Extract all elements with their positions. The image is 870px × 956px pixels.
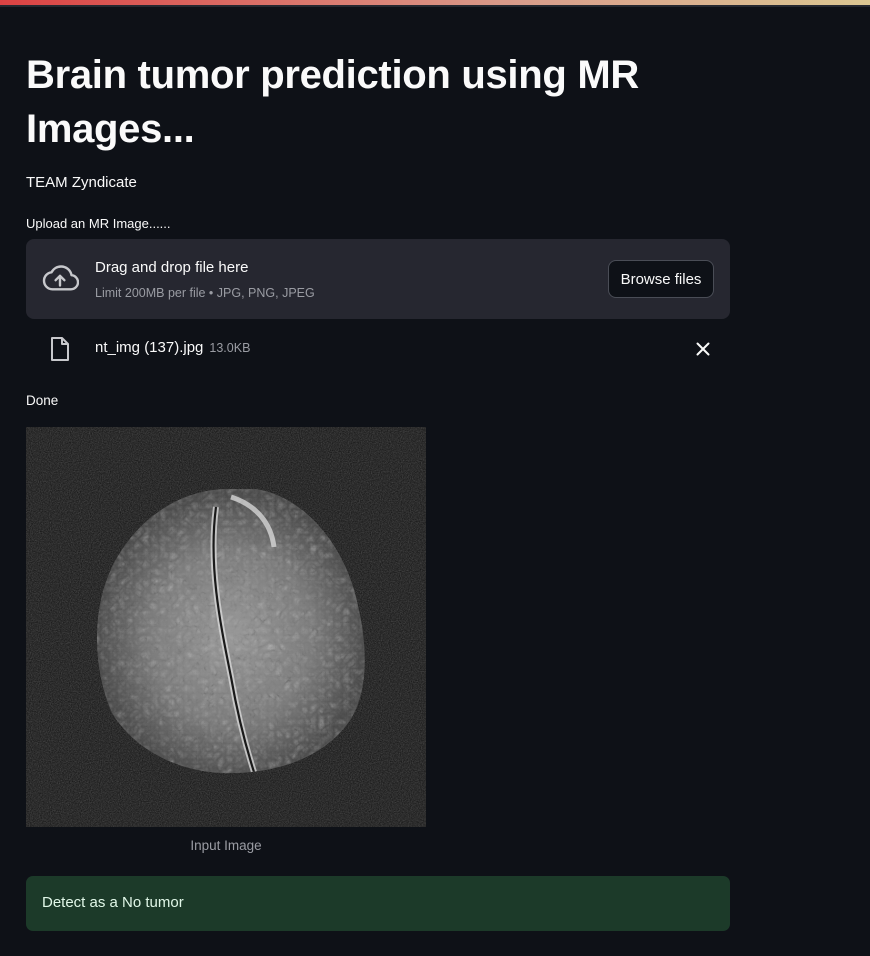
file-icon	[51, 337, 69, 361]
dropzone-instructions: Drag and drop file here Limit 200MB per …	[95, 259, 315, 301]
prediction-result-text: Detect as a No tumor	[42, 894, 184, 911]
status-text: Done	[26, 393, 59, 408]
prediction-result-alert: Detect as a No tumor	[26, 876, 730, 931]
top-decoration-bar	[0, 0, 870, 7]
file-name: nt_img (137).jpg	[95, 339, 204, 356]
cloud-upload-icon	[42, 265, 79, 291]
upload-label: Upload an MR Image......	[26, 216, 171, 231]
dropzone-title: Drag and drop file here	[95, 259, 249, 276]
image-caption: Input Image	[190, 838, 262, 853]
team-label: TEAM Zyndicate	[26, 174, 137, 191]
close-icon[interactable]	[695, 341, 711, 357]
browse-files-button[interactable]: Browse files	[608, 260, 714, 298]
uploaded-file-row: nt_img (137).jpg 13.0KB	[26, 334, 730, 364]
file-dropzone[interactable]: Drag and drop file here Limit 200MB per …	[26, 239, 730, 319]
mri-input-image	[26, 427, 426, 827]
page-title: Brain tumor prediction using MR Images..…	[26, 53, 639, 151]
file-name-line: nt_img (137).jpg 13.0KB	[95, 339, 250, 357]
file-size: 13.0KB	[209, 341, 251, 355]
dropzone-limits: Limit 200MB per file • JPG, PNG, JPEG	[95, 286, 315, 300]
